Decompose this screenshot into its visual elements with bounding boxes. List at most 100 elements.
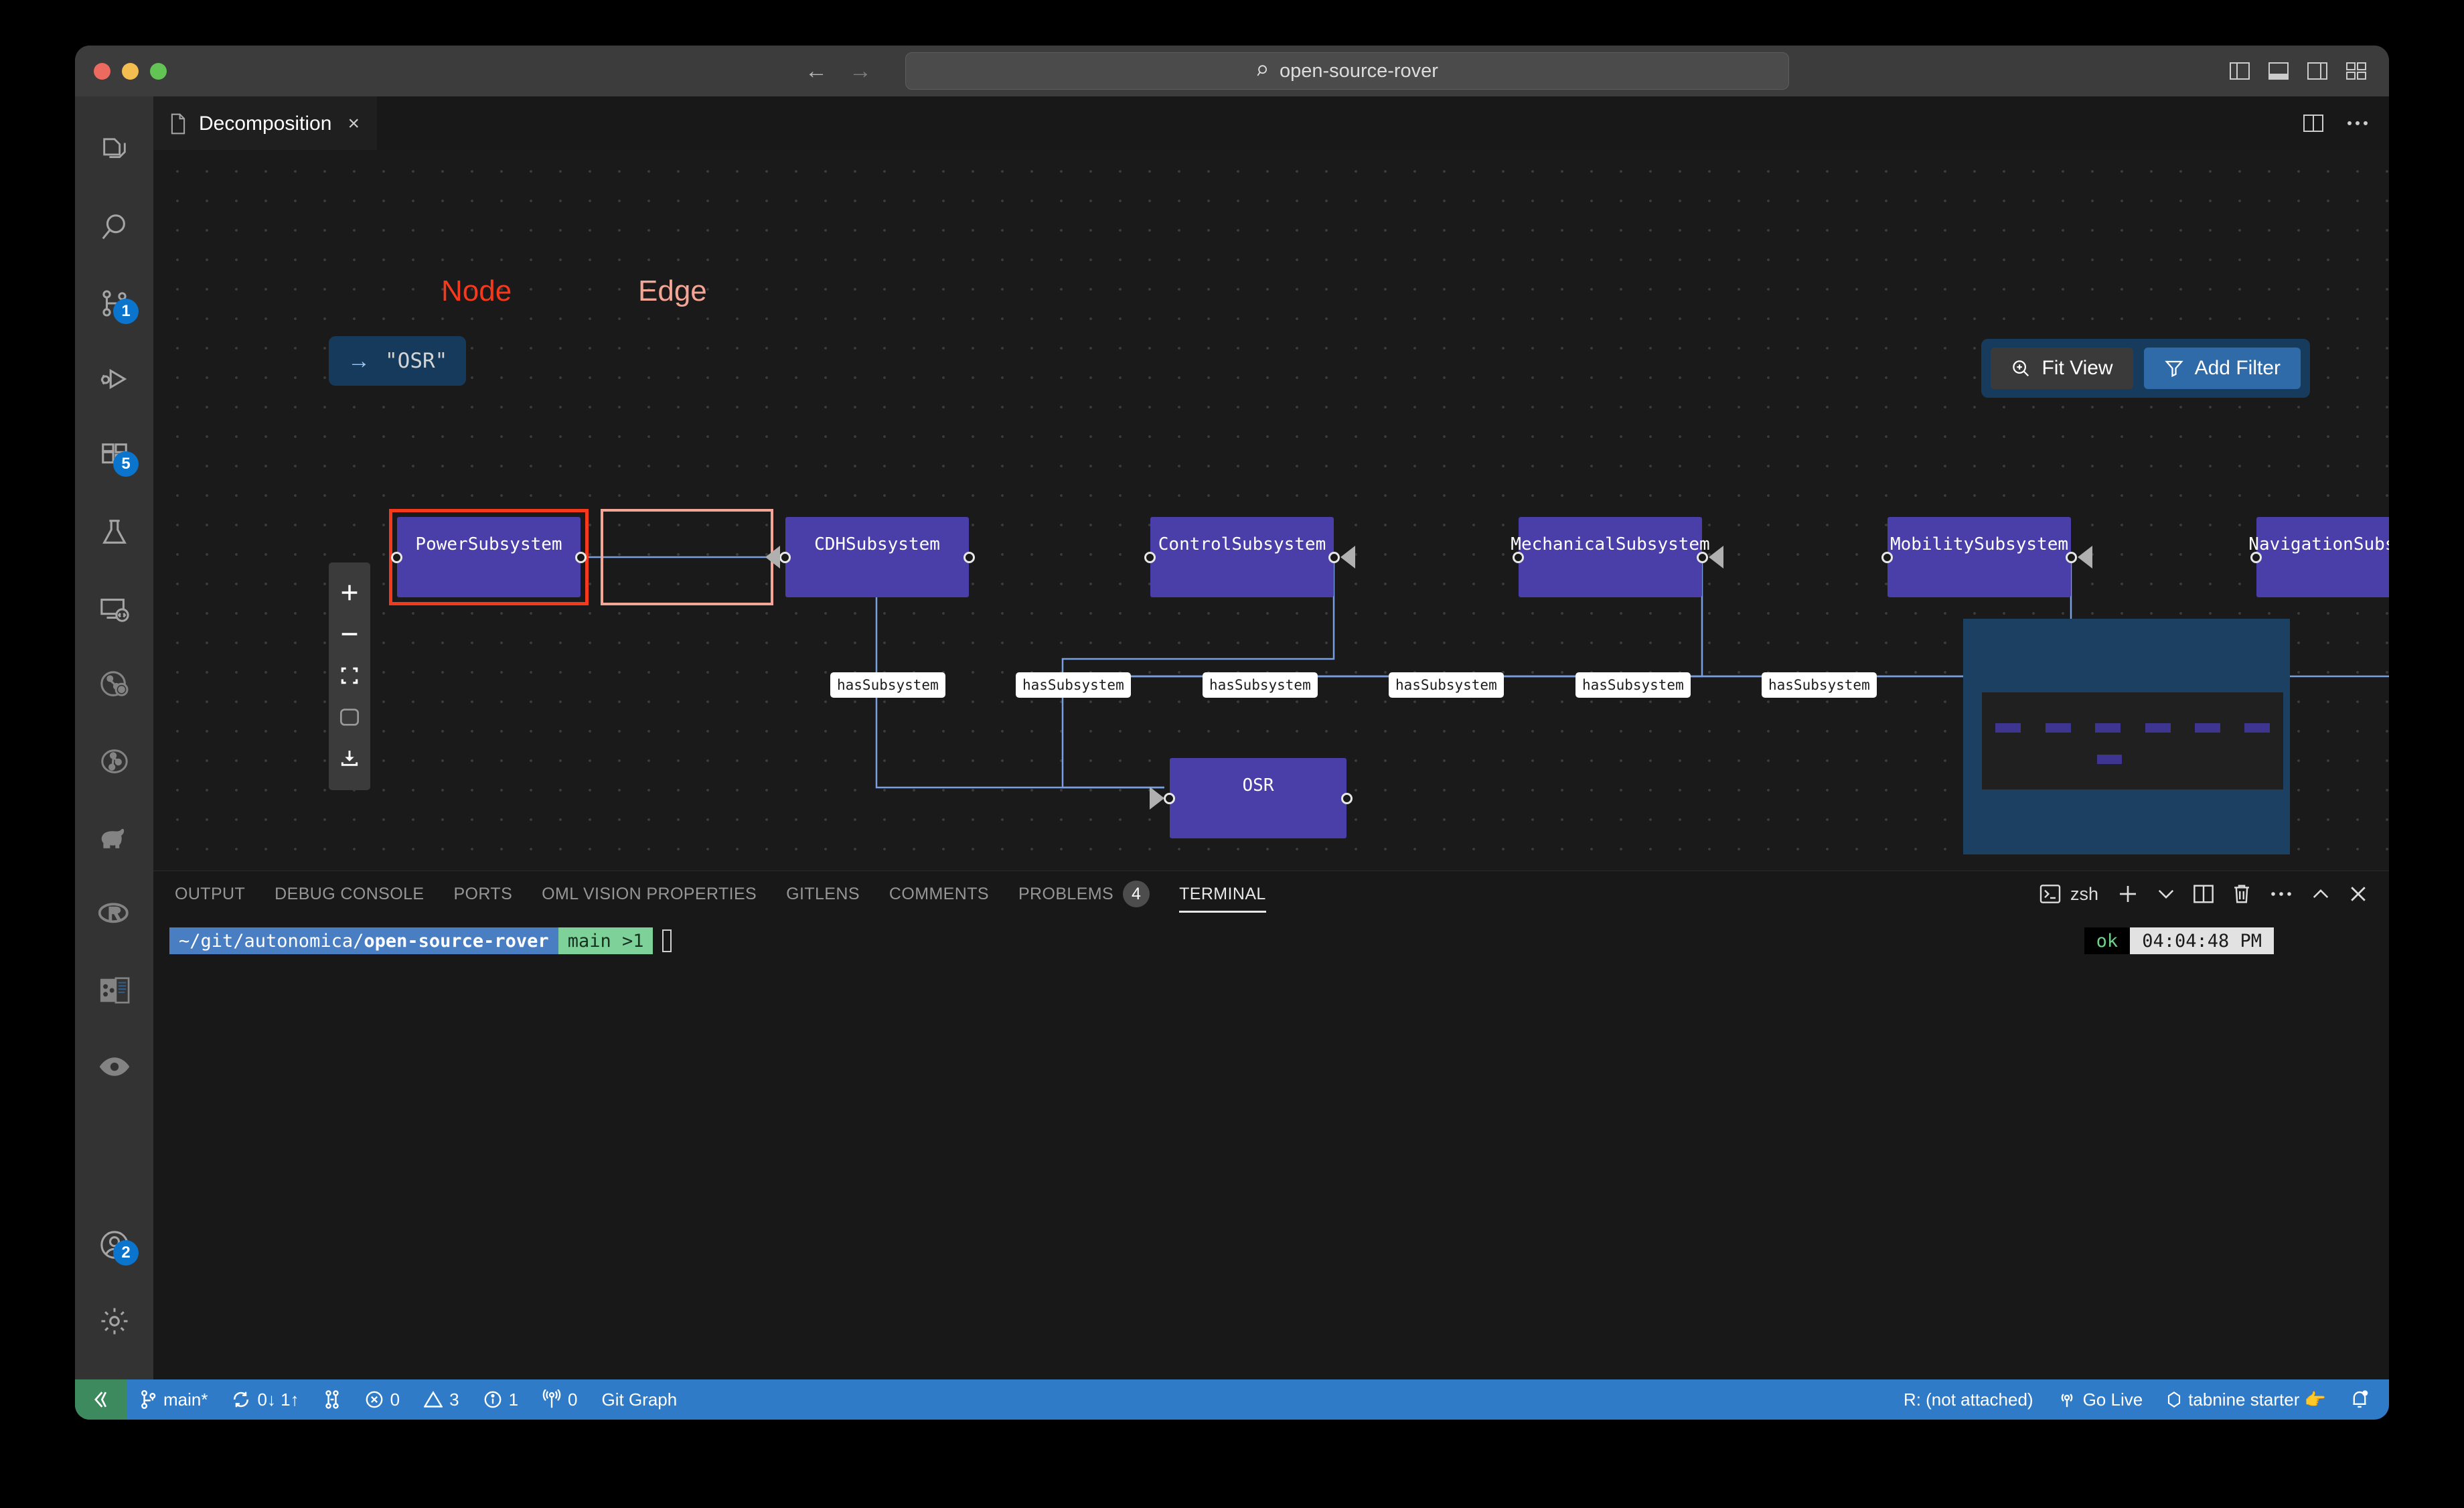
sidebar-item-oml-vision[interactable] <box>75 647 153 723</box>
status-notifications[interactable] <box>2338 1379 2389 1420</box>
toggle-primary-sidebar-icon[interactable] <box>2230 62 2250 80</box>
node-port-left[interactable] <box>779 551 791 563</box>
tab-gitlens[interactable]: GITLENS <box>771 871 874 917</box>
panel-actions: zsh <box>2039 883 2368 905</box>
search-input[interactable]: open-source-rover <box>905 52 1789 90</box>
minimize-window-button[interactable] <box>122 62 139 80</box>
node-port-right[interactable] <box>1697 551 1708 563</box>
sidebar-item-graph-view[interactable] <box>75 723 153 800</box>
status-git-graph[interactable]: Git Graph <box>590 1379 690 1420</box>
node-port-right[interactable] <box>2066 551 2077 563</box>
sidebar-item-accounts[interactable]: 2 <box>75 1207 153 1283</box>
close-window-button[interactable] <box>94 62 110 80</box>
sidebar-item-search[interactable] <box>75 189 153 265</box>
plus-icon[interactable] <box>2117 883 2139 905</box>
node-osr[interactable]: OSR <box>1150 758 1353 838</box>
status-remote-window[interactable] <box>75 1379 127 1420</box>
zoom-window-button[interactable] <box>150 62 167 80</box>
zoom-out-button[interactable] <box>329 613 370 655</box>
status-go-live[interactable]: Go Live <box>2046 1379 2155 1420</box>
status-radio-tower[interactable]: 0 <box>530 1379 589 1420</box>
zoom-fit-icon <box>2013 360 2029 377</box>
terminal-body[interactable]: ~/git/autonomica/open-source-rover main … <box>153 917 2389 1379</box>
node-port-right[interactable] <box>964 551 975 563</box>
add-filter-button[interactable]: Add Filter <box>2143 348 2301 389</box>
status-pull-request[interactable] <box>311 1379 353 1420</box>
status-errors-label: 0 <box>390 1389 400 1410</box>
edge-label: hasSubsystem <box>1016 672 1131 698</box>
sidebar-item-watch[interactable] <box>75 1029 153 1105</box>
sidebar-item-r-language[interactable] <box>75 876 153 952</box>
toggle-panel-icon[interactable] <box>2268 62 2289 80</box>
ellipsis-icon[interactable] <box>2270 891 2293 897</box>
node-navigation-subsystem[interactable]: NavigationSubsystem <box>2248 517 2389 597</box>
node-port-left[interactable] <box>1164 792 1175 804</box>
tab-output[interactable]: OUTPUT <box>160 871 260 917</box>
minimap-viewport[interactable] <box>1982 692 2283 789</box>
chevron-up-icon[interactable] <box>2311 888 2330 900</box>
eye-icon <box>99 1057 129 1076</box>
fit-screen-button[interactable] <box>329 655 370 696</box>
node-cdh-subsystem[interactable]: CDHSubsystem <box>765 517 975 597</box>
node-power-subsystem[interactable]: PowerSubsystem <box>391 517 587 597</box>
node-port-right[interactable] <box>1341 792 1353 804</box>
breadcrumb[interactable]: → "OSR" <box>329 336 467 386</box>
node-port-left[interactable] <box>2250 551 2262 563</box>
toggle-secondary-sidebar-icon[interactable] <box>2307 62 2327 80</box>
tab-oml-vision-properties[interactable]: OML VISION PROPERTIES <box>527 871 771 917</box>
terminal-shell-selector[interactable]: zsh <box>2039 884 2098 905</box>
fit-view-button[interactable]: Fit View <box>1991 348 2133 389</box>
node-port-right[interactable] <box>575 551 587 563</box>
node-port-left[interactable] <box>1144 551 1156 563</box>
zoom-in-button[interactable] <box>329 572 370 613</box>
status-errors[interactable]: 0 <box>353 1379 412 1420</box>
customize-layout-icon[interactable] <box>2346 62 2366 80</box>
download-button[interactable] <box>329 738 370 779</box>
status-infos[interactable]: 1 <box>471 1379 530 1420</box>
bottom-panel: OUTPUT DEBUG CONSOLE PORTS OML VISION PR… <box>153 871 2389 1379</box>
tab-close-icon[interactable]: × <box>348 112 360 135</box>
tab-terminal[interactable]: TERMINAL <box>1164 871 1281 917</box>
trash-icon[interactable] <box>2232 884 2251 904</box>
node-port-left[interactable] <box>1513 551 1524 563</box>
lock-toggle-button[interactable] <box>329 696 370 738</box>
tab-ports[interactable]: PORTS <box>439 871 527 917</box>
node-port-right[interactable] <box>1328 551 1340 563</box>
sidebar-item-manage[interactable] <box>75 1283 153 1359</box>
status-r-session[interactable]: R: (not attached) <box>1892 1379 2046 1420</box>
status-warnings[interactable]: 3 <box>412 1379 471 1420</box>
node-port-left[interactable] <box>391 551 402 563</box>
minimap[interactable] <box>1963 619 2290 854</box>
close-icon[interactable] <box>2349 885 2368 903</box>
breadcrumb-arrow-icon: → <box>348 348 370 374</box>
panel-tab-label: TERMINAL <box>1179 884 1266 903</box>
split-icon[interactable] <box>2193 885 2214 903</box>
sidebar-item-postgres[interactable] <box>75 800 153 876</box>
diagram-canvas[interactable]: → "OSR" Fit View Add Filter Node Edge Po… <box>153 150 2389 871</box>
sidebar-item-remote-explorer[interactable] <box>75 571 153 647</box>
tab-problems[interactable]: PROBLEMS 4 <box>1004 871 1164 917</box>
split-editor-icon[interactable] <box>2303 115 2323 132</box>
node-mobility-subsystem[interactable]: MobilitySubsystem <box>1881 517 2092 597</box>
sidebar-item-rdf-explorer[interactable] <box>75 952 153 1029</box>
sidebar-item-source-control[interactable]: 1 <box>75 265 153 342</box>
sidebar-item-testing[interactable] <box>75 494 153 571</box>
tab-decomposition[interactable]: Decomposition × <box>153 96 377 150</box>
more-actions-icon[interactable] <box>2346 120 2369 127</box>
sidebar-item-extensions[interactable]: 5 <box>75 418 153 494</box>
badge-source-control: 1 <box>113 299 139 324</box>
traffic-lights <box>94 62 167 80</box>
node-port-left[interactable] <box>1881 551 1893 563</box>
node-control-subsystem[interactable]: ControlSubsystem <box>1144 517 1355 597</box>
chevron-down-icon[interactable] <box>2157 888 2175 900</box>
status-sync[interactable]: 0↓ 1↑ <box>220 1379 311 1420</box>
status-tabnine[interactable]: tabnine starter 👉 <box>2155 1379 2338 1420</box>
tab-comments[interactable]: COMMENTS <box>874 871 1004 917</box>
status-branch[interactable]: main* <box>127 1379 220 1420</box>
sidebar-item-explorer[interactable] <box>75 112 153 189</box>
back-arrow-icon[interactable]: ← <box>805 60 828 82</box>
tab-debug-console[interactable]: DEBUG CONSOLE <box>260 871 439 917</box>
forward-arrow-icon[interactable]: → <box>849 60 872 82</box>
sidebar-item-run-and-debug[interactable] <box>75 342 153 418</box>
node-mechanical-subsystem[interactable]: MechanicalSubsystem <box>1511 517 1723 597</box>
